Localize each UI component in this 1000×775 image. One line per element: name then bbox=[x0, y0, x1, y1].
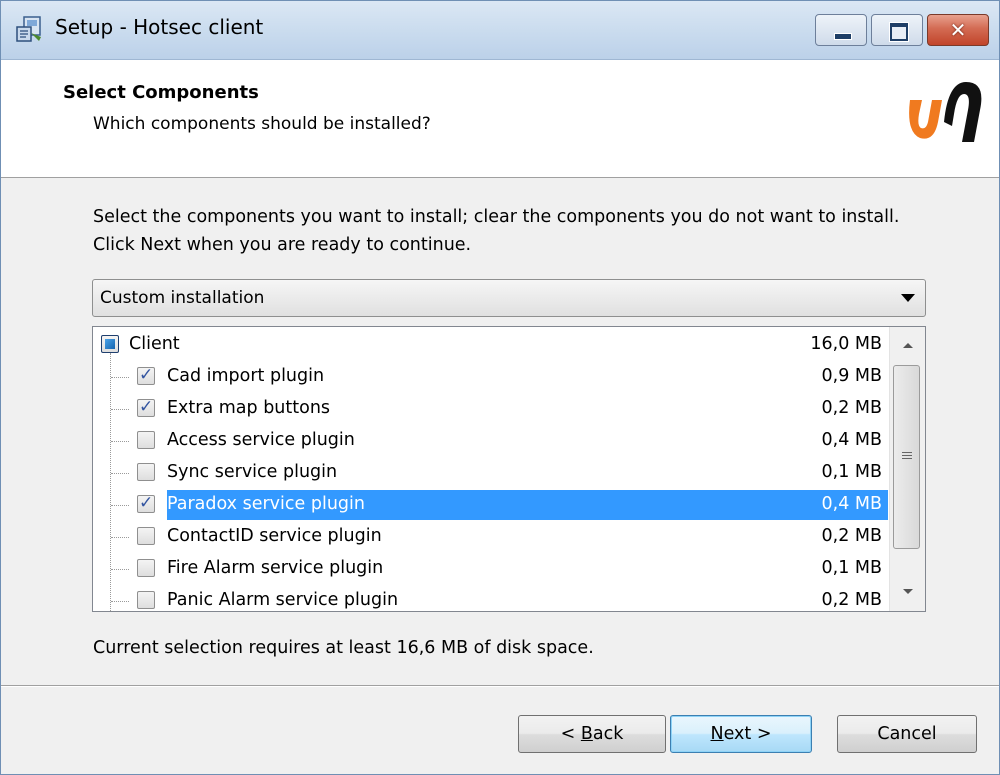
component-checkbox[interactable] bbox=[137, 397, 155, 417]
scrollbar-thumb[interactable] bbox=[893, 365, 920, 549]
component-item[interactable]: Extra map buttons 0,2 MB bbox=[93, 393, 890, 425]
component-item[interactable]: ContactID service plugin 0,2 MB bbox=[93, 521, 890, 553]
component-size: 16,0 MB bbox=[810, 334, 882, 354]
tree-branch bbox=[111, 409, 129, 410]
component-label: Paradox service plugin bbox=[167, 494, 365, 514]
install-type-dropdown[interactable]: Custom installation bbox=[92, 279, 926, 317]
component-label: Cad import plugin bbox=[167, 366, 325, 386]
component-label: Fire Alarm service plugin bbox=[167, 558, 384, 578]
minimize-button[interactable] bbox=[815, 14, 867, 46]
maximize-icon bbox=[890, 23, 908, 41]
back-button[interactable]: < Back bbox=[518, 715, 666, 753]
component-checkbox[interactable] bbox=[137, 591, 155, 609]
component-checkbox[interactable] bbox=[137, 559, 155, 577]
title-bar[interactable]: Setup - Hotsec client ✕ bbox=[1, 1, 999, 60]
window-title: Setup - Hotsec client bbox=[55, 15, 264, 39]
tree-branch bbox=[111, 601, 129, 602]
component-item[interactable]: Access service plugin 0,4 MB bbox=[93, 425, 890, 457]
scroll-up-arrow-icon[interactable] bbox=[890, 327, 925, 361]
components-list[interactable]: Client 16,0 MB Cad import plugin 0,9 MB … bbox=[92, 326, 926, 612]
disk-space-text: Current selection requires at least 16,6… bbox=[93, 638, 594, 658]
component-item[interactable]: Fire Alarm service plugin 0,1 MB bbox=[93, 553, 890, 585]
dropdown-arrow-icon bbox=[901, 294, 915, 302]
component-size: 0,4 MB bbox=[821, 430, 883, 450]
install-type-value: Custom installation bbox=[100, 288, 265, 308]
component-size: 0,2 MB bbox=[821, 590, 883, 610]
tree-branch bbox=[111, 569, 129, 570]
tree-branch bbox=[111, 377, 129, 378]
tree-branch bbox=[111, 505, 129, 506]
component-size: 0,4 MB bbox=[821, 494, 883, 514]
tree-branch bbox=[111, 537, 129, 538]
component-size: 0,2 MB bbox=[821, 398, 883, 418]
component-size: 0,2 MB bbox=[821, 526, 883, 546]
component-checkbox[interactable] bbox=[137, 527, 155, 545]
scroll-grip-icon bbox=[902, 452, 912, 460]
list-scrollbar[interactable] bbox=[889, 327, 925, 611]
component-checkbox[interactable] bbox=[137, 431, 155, 449]
maximize-button[interactable] bbox=[871, 14, 923, 46]
component-label: Sync service plugin bbox=[167, 462, 338, 482]
page-subtitle: Which components should be installed? bbox=[93, 114, 431, 134]
hotsec-logo-icon bbox=[909, 82, 982, 142]
next-button[interactable]: Next > bbox=[670, 715, 812, 753]
component-checkbox[interactable] bbox=[137, 365, 155, 385]
scroll-down-arrow-icon[interactable] bbox=[890, 577, 925, 611]
tree-branch bbox=[111, 473, 129, 474]
component-checkbox[interactable] bbox=[137, 463, 155, 481]
back-button-prefix: < bbox=[560, 724, 581, 744]
cancel-button[interactable]: Cancel bbox=[837, 715, 977, 753]
component-item[interactable]: Cad import plugin 0,9 MB bbox=[93, 361, 890, 393]
component-size: 0,1 MB bbox=[821, 558, 883, 578]
component-item-selected[interactable]: Paradox service plugin 0,4 MB bbox=[93, 489, 890, 521]
tree-branch bbox=[111, 441, 129, 442]
next-button-rest: ext > bbox=[723, 724, 772, 744]
close-icon: ✕ bbox=[949, 18, 967, 42]
component-item[interactable]: Client 16,0 MB bbox=[93, 329, 890, 361]
component-label: ContactID service plugin bbox=[167, 526, 382, 546]
page-title: Select Components bbox=[63, 82, 259, 103]
component-label: Extra map buttons bbox=[167, 398, 331, 418]
next-button-accel: N bbox=[710, 724, 724, 744]
back-button-rest: ack bbox=[592, 724, 624, 744]
page-header: Select Components Which components shoul… bbox=[1, 60, 999, 178]
component-label: Panic Alarm service plugin bbox=[167, 590, 399, 610]
back-button-accel: B bbox=[580, 724, 593, 744]
instructions-text: Select the components you want to instal… bbox=[93, 207, 900, 255]
setup-installer-icon bbox=[16, 16, 41, 42]
component-size: 0,9 MB bbox=[821, 366, 883, 386]
component-checkbox[interactable] bbox=[137, 493, 155, 513]
minimize-icon bbox=[834, 33, 852, 40]
component-item[interactable]: Sync service plugin 0,1 MB bbox=[93, 457, 890, 489]
component-size: 0,1 MB bbox=[821, 462, 883, 482]
component-label: Access service plugin bbox=[167, 430, 355, 450]
setup-window: Setup - Hotsec client ✕ Select Component… bbox=[0, 0, 1000, 775]
close-button[interactable]: ✕ bbox=[927, 14, 989, 46]
component-item[interactable]: Panic Alarm service plugin 0,2 MB bbox=[93, 585, 890, 611]
footer-divider-highlight bbox=[1, 686, 999, 687]
component-checkbox[interactable] bbox=[101, 335, 119, 353]
component-label: Client bbox=[129, 334, 180, 354]
